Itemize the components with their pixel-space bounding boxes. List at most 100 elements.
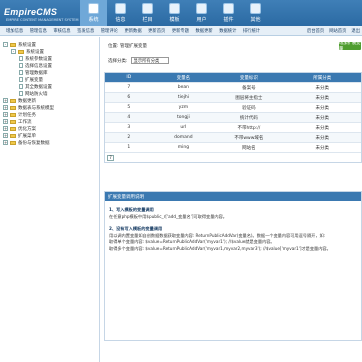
tree-item-security-data[interactable]: 其全数据设置 [3, 83, 99, 90]
expand-icon[interactable]: + [3, 140, 8, 145]
nav-plugin[interactable]: 插件 [215, 0, 242, 26]
cell-name: tiejhi [177, 95, 189, 100]
subnav-add-info[interactable]: 增加信息 [6, 28, 23, 34]
tree-group-data-update[interactable]: + 数据更新 [3, 97, 99, 104]
category-select[interactable]: 显示所有分类 [130, 57, 169, 64]
cell-category: 未分类 [315, 105, 330, 111]
page-icon [19, 77, 23, 82]
subnav-review-info[interactable]: 审核信息 [53, 28, 70, 34]
nav-label: 插件 [223, 17, 234, 23]
cell-id: 6 [127, 95, 131, 100]
nav-template[interactable]: 模板 [161, 0, 188, 26]
logout-link[interactable]: 退出 [351, 28, 360, 34]
subnav-data-stats[interactable]: 数据统计 [219, 28, 236, 34]
tree-item-manage-db[interactable]: 管理数据库 [3, 69, 99, 76]
folder-icon [10, 119, 16, 124]
nav-label: 模板 [169, 17, 180, 23]
admin-home-link[interactable]: 后台首页 [307, 28, 324, 34]
cell-name: domand [174, 135, 193, 140]
subnav-manage-comments[interactable]: 管理评论 [101, 28, 118, 34]
tree-label: 其全数据设置 [25, 84, 52, 90]
info-icon [115, 3, 126, 14]
cell-label: 不带http:// [237, 125, 261, 131]
collapse-icon[interactable]: - [3, 42, 8, 47]
table-row[interactable]: 1 ming 网站名 未分类 [105, 142, 361, 152]
nav-column[interactable]: 栏目 [134, 0, 161, 26]
tree-item-extended-vars[interactable]: 扩展变量 [3, 76, 99, 83]
cell-category: 未分类 [315, 145, 330, 151]
tree-item-select-info[interactable]: 选择信息设置 [3, 62, 99, 69]
page-icon [19, 91, 23, 96]
expand-icon[interactable]: + [3, 105, 8, 110]
nav-user[interactable]: 用户 [188, 0, 215, 26]
subnav-rank-stats[interactable]: 排行统计 [243, 28, 260, 34]
tree-group-optimization[interactable]: + 优化方案 [3, 125, 99, 132]
filter-label: 选择分类: [108, 58, 128, 64]
cell-label: 验证码 [242, 105, 256, 111]
cell-id: 3 [127, 125, 131, 130]
logo-subtitle: EMPIRE CONTENT MANAGEMENT SYSTEM [6, 18, 79, 22]
tree-label: 备份与恢复数据 [18, 140, 50, 146]
cell-name: tongji [177, 115, 190, 120]
help-section1-text: 在任意php模板中用$public_r['add_变量名']可取得变量内容。 [109, 213, 227, 219]
nav-other[interactable]: 其他 [242, 0, 269, 26]
table-row[interactable]: 7 bean 备案号 未分类 [105, 82, 361, 92]
nav-label: 栏目 [142, 17, 153, 23]
nav-info[interactable]: 信息 [107, 0, 134, 26]
expand-icon[interactable]: + [3, 119, 8, 124]
cell-label: 统计代码 [239, 115, 258, 121]
subnav-manage-info[interactable]: 管理信息 [30, 28, 47, 34]
page-icon [19, 84, 23, 89]
header-name: 变量名 [176, 75, 191, 81]
page-number[interactable]: 7 [107, 154, 114, 161]
other-icon [250, 3, 261, 14]
subnav-update-home[interactable]: 更新首页 [148, 28, 165, 34]
logo[interactable]: EmpireCMS [4, 7, 57, 17]
tree-group-ext-menu[interactable]: + 扩展菜单 [3, 132, 99, 139]
expand-icon[interactable]: + [3, 126, 8, 131]
table-row[interactable]: 6 tiejhi 图层将主指士 未分类 [105, 92, 361, 102]
cell-name: url [180, 125, 187, 130]
tree-group-backup[interactable]: + 备份与恢复数据 [3, 139, 99, 146]
tree-item-system-params[interactable]: 系统参数设置 [3, 55, 99, 62]
tree-label: 扩展菜单 [18, 133, 36, 139]
user-icon [196, 3, 207, 14]
table-row[interactable]: 2 domand 不带www域名 未分类 [105, 132, 361, 142]
expand-icon[interactable]: + [3, 98, 8, 103]
tree-group-tables-models[interactable]: + 数据表与系统模型 [3, 104, 99, 111]
cell-id: 7 [127, 85, 131, 90]
tree-group-workflow[interactable]: + 工作流 [3, 118, 99, 125]
table-row[interactable]: 5 yzm 验证码 未分类 [105, 102, 361, 112]
system-icon [88, 3, 99, 14]
folder-icon [10, 140, 16, 145]
cell-name: bean [177, 85, 189, 90]
nav-system[interactable]: 系统 [80, 0, 107, 26]
cell-id: 5 [127, 105, 131, 110]
add-variable-button[interactable]: 增加扩展变量 [339, 41, 361, 52]
collapse-icon[interactable]: - [11, 49, 16, 54]
subnav-update-topic[interactable]: 更新专题 [172, 28, 189, 34]
cell-category: 未分类 [315, 135, 330, 141]
expand-icon[interactable]: + [3, 133, 8, 138]
pagination: 7 [105, 152, 361, 162]
tree-root[interactable]: - 系统设置 [3, 41, 99, 48]
tree-label: 网站防火墙 [25, 91, 48, 97]
table-row[interactable]: 3 url 不带http:// 未分类 [105, 122, 361, 132]
tree-group-scheduled-tasks[interactable]: + 计划任务 [3, 111, 99, 118]
tree-folder-system[interactable]: - 系统设置 [3, 48, 99, 55]
folder-icon [10, 126, 16, 131]
subnav-data-update[interactable]: 数据更新 [196, 28, 213, 34]
subnav-sign-info[interactable]: 签发信息 [77, 28, 94, 34]
tree-item-firewall[interactable]: 网站防火墙 [3, 90, 99, 97]
sub-nav: 增加信息 管理信息 审核信息 签发信息 管理评论 更新数据 更新首页 更新专题 … [0, 26, 362, 36]
main-content: 位置: 管理扩展变量 增加扩展变量 选择分类: 显示所有分类 ID 变量名 变量… [104, 37, 362, 362]
expand-icon[interactable]: + [3, 112, 8, 117]
table-header: ID 变量名 变量标识 所属分类 [105, 73, 361, 82]
subnav-update-data[interactable]: 更新数据 [124, 28, 141, 34]
site-home-link[interactable]: 网站首页 [329, 28, 346, 34]
top-header: EmpireCMS EMPIRE CONTENT MANAGEMENT SYST… [0, 0, 362, 26]
header-id: ID [126, 75, 132, 80]
tree-label: 数据更新 [18, 98, 36, 104]
table-row[interactable]: 4 tongji 统计代码 未分类 [105, 112, 361, 122]
sidebar-tree: - 系统设置 - 系统设置 系统参数设置 选择信息设置 管理数据库 扩展变量 其… [0, 37, 100, 362]
